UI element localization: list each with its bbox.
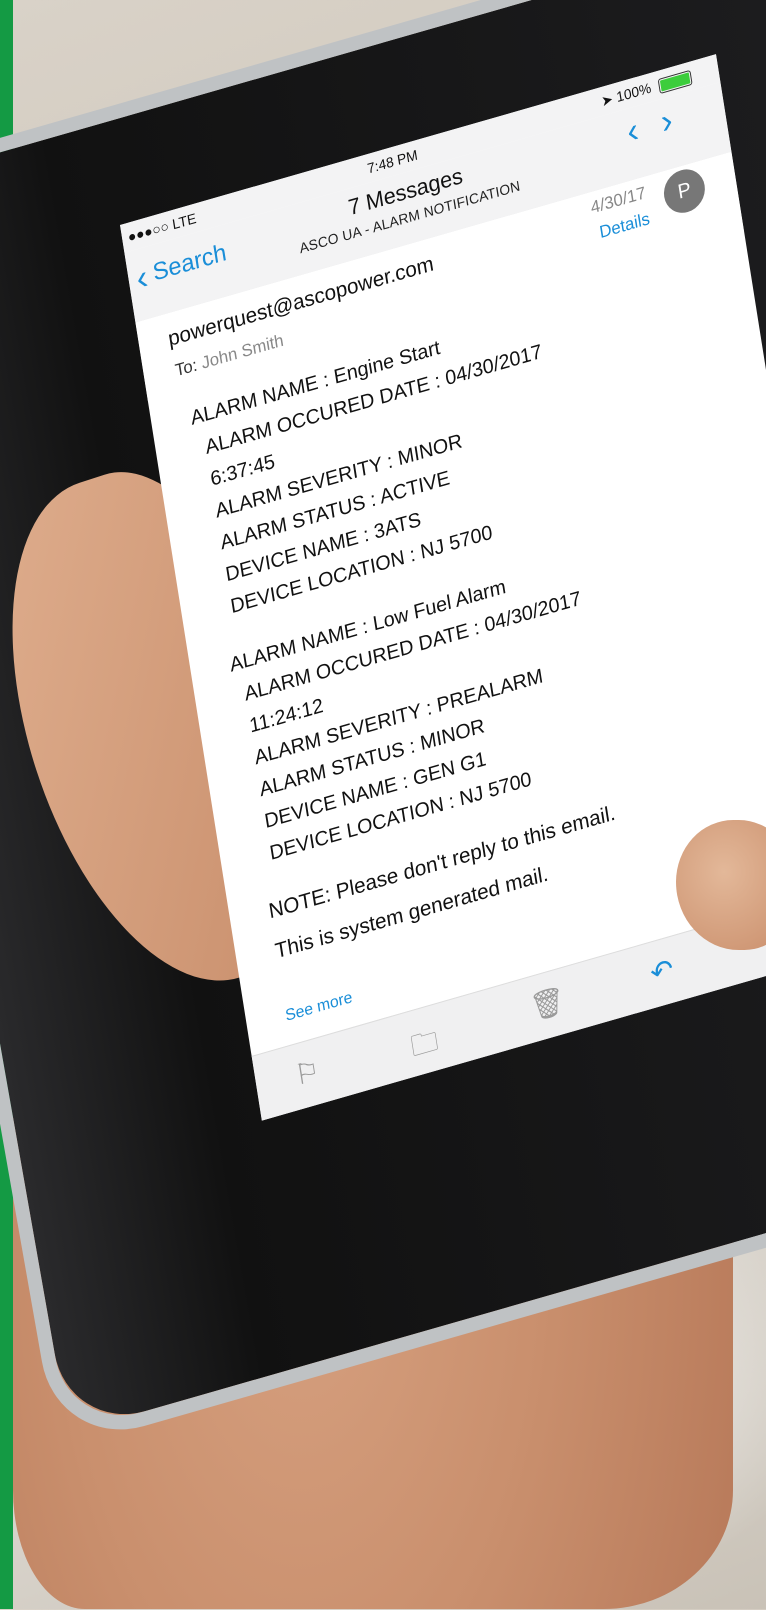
next-message-icon[interactable]: › [658,94,698,142]
chevron-left-icon: ‹ [133,257,151,299]
avatar: P [660,164,708,218]
flag-icon[interactable]: ⚐ [292,1053,322,1093]
back-button[interactable]: ‹Search [133,238,229,299]
back-label: Search [150,238,229,287]
reply-icon[interactable]: ↶ [648,951,676,990]
folder-icon[interactable]: 🗀 [408,1019,442,1074]
battery-fill [659,72,691,92]
see-more-link[interactable]: See more [284,989,354,1026]
previous-message-icon[interactable]: ‹ [624,104,664,152]
to-label: To: [173,355,199,381]
trash-icon[interactable]: 🗑 [528,982,567,1025]
battery-text: 100% [615,79,653,106]
email-body: ALARM NAME : Engine Start ALARM OCCURED … [188,304,624,968]
